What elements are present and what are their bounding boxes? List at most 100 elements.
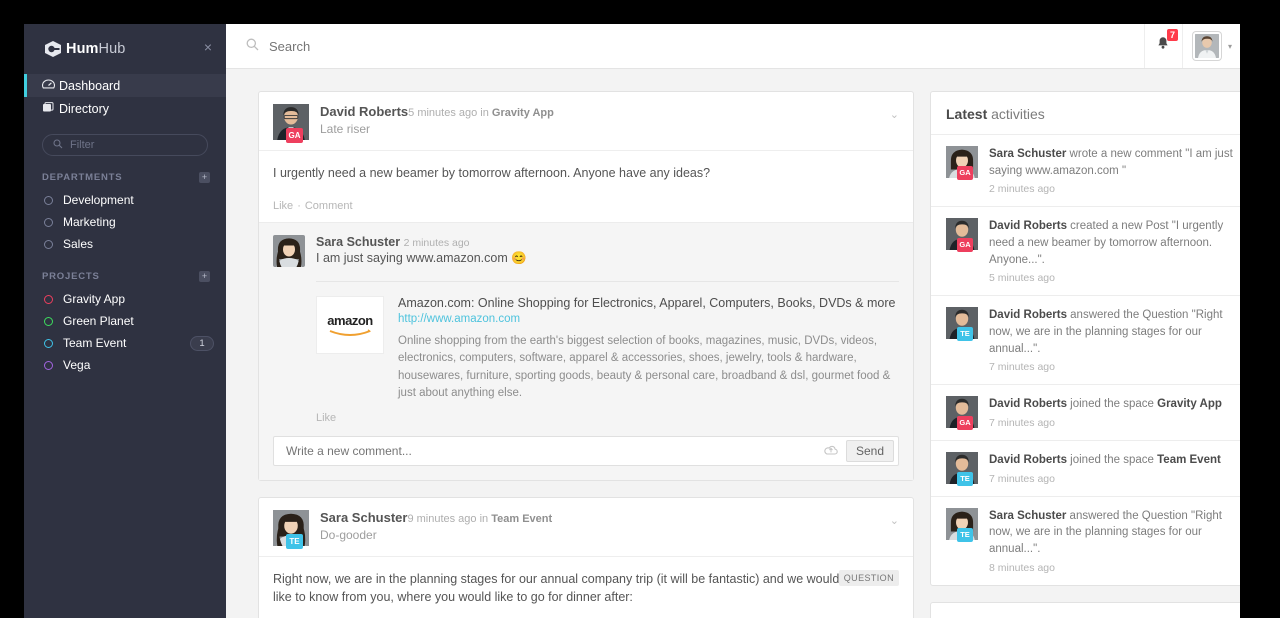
post-author-subtitle: Do-gooder bbox=[320, 528, 377, 543]
sidebar-item-sales[interactable]: Sales bbox=[24, 233, 226, 255]
panel-title-light: activities bbox=[987, 106, 1045, 122]
activity-actor: David Roberts bbox=[989, 220, 1067, 233]
comment-input-box: Send bbox=[273, 436, 899, 467]
link-preview[interactable]: amazon Amazon.com: Online Shopping for E… bbox=[316, 281, 899, 402]
departments-header: DEPARTMENTS + bbox=[24, 156, 226, 189]
activity-action: joined the space bbox=[1066, 398, 1158, 411]
comment-author-text: Sara Schuster bbox=[316, 235, 401, 250]
filter-input[interactable]: Filter bbox=[42, 134, 208, 156]
latest-activities-panel: Latest activities GA Sara Schuster wrote… bbox=[930, 91, 1240, 586]
panel-title: Latest activities bbox=[931, 92, 1240, 134]
post-space-link[interactable]: Team Event bbox=[491, 513, 552, 525]
search-input[interactable] bbox=[269, 38, 569, 54]
send-comment-button[interactable]: Send bbox=[845, 440, 894, 463]
humhub-logo-icon bbox=[42, 39, 64, 59]
close-icon[interactable]: × bbox=[204, 40, 212, 54]
cloud-upload-icon[interactable] bbox=[824, 444, 838, 458]
brand-bold: Hum bbox=[66, 41, 99, 57]
search-icon bbox=[53, 139, 63, 151]
comment-text: I am just saying www.amazon.com 😊 bbox=[316, 251, 527, 266]
comment-like-button[interactable]: Like bbox=[259, 402, 913, 436]
comment-input-wrapper: Send bbox=[259, 436, 913, 480]
activity-actor: David Roberts bbox=[989, 309, 1067, 322]
space-label: Green Planet bbox=[63, 314, 134, 328]
post-author-name[interactable]: Sara Schuster9 minutes ago in Team Event bbox=[320, 510, 552, 525]
post-author-block: David Roberts5 minutes ago in Gravity Ap… bbox=[320, 104, 554, 140]
post-text: Right now, we are in the planning stages… bbox=[273, 572, 840, 605]
amazon-wordmark: amazon bbox=[327, 312, 373, 328]
activity-action: joined the space bbox=[1066, 454, 1158, 467]
post-body: Right now, we are in the planning stages… bbox=[259, 556, 913, 616]
comment-section: Sara Schuster 2 minutes ago I am just sa… bbox=[259, 222, 913, 481]
activity-avatar-wrapper: GA bbox=[946, 218, 978, 253]
activity-text: David Roberts joined the space Gravity A… bbox=[989, 396, 1222, 413]
sidebar-item-label: Directory bbox=[59, 101, 110, 116]
chevron-down-icon[interactable]: ⌄ bbox=[890, 108, 899, 121]
brand-header: HumHub × bbox=[24, 24, 226, 74]
departments-title: DEPARTMENTS bbox=[42, 172, 123, 183]
amazon-logo-icon: amazon bbox=[316, 296, 384, 355]
activity-item[interactable]: GA David Roberts created a new Post "I u… bbox=[931, 206, 1240, 295]
account-menu[interactable]: ▾ bbox=[1181, 24, 1240, 68]
search-icon bbox=[246, 38, 259, 54]
add-project-icon[interactable]: + bbox=[199, 271, 210, 282]
activity-target[interactable]: Gravity App bbox=[1157, 398, 1222, 410]
activity-text: David Roberts joined the space Team Even… bbox=[989, 452, 1221, 469]
space-dot-icon bbox=[44, 294, 53, 304]
filter-placeholder: Filter bbox=[70, 139, 95, 151]
sidebar-item-vega[interactable]: Vega bbox=[24, 354, 226, 376]
right-rail: Latest activities GA Sara Schuster wrote… bbox=[930, 91, 1240, 618]
space-label: Sales bbox=[63, 237, 94, 251]
chevron-down-icon: ▾ bbox=[1227, 41, 1232, 51]
activity-avatar-wrapper: GA bbox=[946, 396, 978, 431]
notifications-button[interactable]: 7 bbox=[1143, 24, 1182, 68]
activity-content: David Roberts answered the Question "Rig… bbox=[989, 307, 1240, 373]
activity-time: 8 minutes ago bbox=[989, 561, 1055, 574]
activity-item[interactable]: TE David Roberts joined the space Team E… bbox=[931, 440, 1240, 496]
comment-content: Sara Schuster 2 minutes ago I am just sa… bbox=[316, 235, 527, 267]
space-tag-badge: TE bbox=[957, 327, 973, 342]
activity-avatar-wrapper: TE bbox=[946, 307, 978, 342]
space-dot-icon bbox=[44, 360, 53, 370]
sidebar-item-gravity-app[interactable]: Gravity App bbox=[24, 288, 226, 310]
panel-title-bold: Latest bbox=[946, 106, 988, 122]
post-space-link[interactable]: Gravity App bbox=[492, 107, 554, 119]
sidebar-item-development[interactable]: Development bbox=[24, 189, 226, 211]
space-dot-icon bbox=[44, 338, 53, 348]
activity-item[interactable]: GA David Roberts joined the space Gravit… bbox=[931, 384, 1240, 440]
chevron-down-icon[interactable]: ⌄ bbox=[890, 514, 899, 527]
smile-emoji-icon: 😊 bbox=[511, 251, 527, 266]
space-tag-badge: GA bbox=[286, 128, 303, 143]
link-preview-url[interactable]: http://www.amazon.com bbox=[398, 313, 899, 325]
sidebar-item-green-planet[interactable]: Green Planet bbox=[24, 310, 226, 332]
comment-author[interactable]: Sara Schuster 2 minutes ago bbox=[316, 235, 527, 249]
post-time: 9 minutes ago in bbox=[407, 513, 492, 526]
sidebar-item-dashboard[interactable]: Dashboard bbox=[24, 74, 226, 97]
add-department-icon[interactable]: + bbox=[199, 172, 210, 183]
post-author-subtitle: Late riser bbox=[320, 122, 371, 136]
post-author-name[interactable]: David Roberts5 minutes ago in Gravity Ap… bbox=[320, 104, 554, 119]
comment-button[interactable]: Comment bbox=[305, 200, 353, 212]
post-header: TE Sara Schuster9 minutes ago in Team Ev… bbox=[259, 498, 913, 556]
search-area bbox=[226, 38, 1144, 54]
like-button[interactable]: Like bbox=[273, 200, 293, 212]
comment-body: I am just saying www.amazon.com bbox=[316, 251, 512, 266]
activity-text: Sara Schuster wrote a new comment "I am … bbox=[989, 146, 1240, 179]
activity-target[interactable]: Team Event bbox=[1157, 454, 1221, 466]
activity-actor: David Roberts bbox=[989, 398, 1067, 411]
post-header: GA David Roberts5 minutes ago in Gravity… bbox=[259, 92, 913, 150]
comment-input[interactable] bbox=[286, 444, 824, 459]
activity-content: Sara Schuster answered the Question "Rig… bbox=[989, 508, 1240, 574]
sidebar-item-directory[interactable]: Directory bbox=[24, 97, 226, 120]
sidebar-item-marketing[interactable]: Marketing bbox=[24, 211, 226, 233]
activity-item[interactable]: TE David Roberts answered the Question "… bbox=[931, 295, 1240, 384]
sidebar-item-team-event[interactable]: Team Event 1 bbox=[24, 332, 226, 354]
top-bar: 7 ▾ bbox=[226, 24, 1240, 69]
projects-header: PROJECTS + bbox=[24, 255, 226, 288]
activity-item[interactable]: GA Sara Schuster wrote a new comment "I … bbox=[931, 134, 1240, 206]
space-tag-badge: GA bbox=[957, 166, 973, 180]
departments-list: Development Marketing Sales bbox=[24, 189, 226, 255]
activity-item[interactable]: TE Sara Schuster answered the Question "… bbox=[931, 495, 1240, 585]
post-text: I urgently need a new beamer by tomorrow… bbox=[273, 166, 711, 180]
avatar[interactable] bbox=[273, 235, 305, 268]
